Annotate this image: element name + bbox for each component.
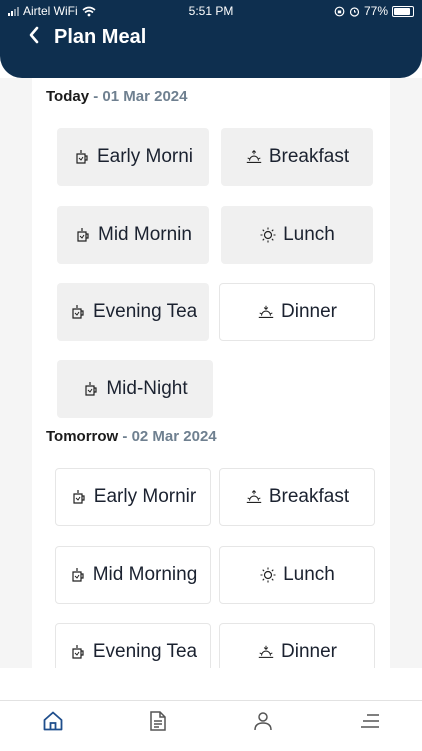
sun-icon [259,566,277,584]
meal-tile-tomorrow-early-morning[interactable]: Early Mornir [55,468,211,526]
day-name: Today [46,88,90,105]
day-date: 01 Mar 2024 [102,88,188,105]
back-button[interactable] [28,24,40,50]
meal-tile-tomorrow-breakfast[interactable]: Breakfast [219,468,375,526]
mug-icon [73,148,91,166]
profile-icon [254,712,272,731]
background-gutter-right [390,78,422,668]
meal-tile-tomorrow-mid-morning[interactable]: Mid Morning [55,546,211,604]
alarm-icon [349,6,360,17]
nav-menu[interactable] [358,709,382,733]
mug-icon [70,488,88,506]
menu-icon [361,714,379,728]
bottom-navigation [0,700,422,751]
meal-tile-today-mid-morning[interactable]: Mid Mornin [57,206,209,264]
day-heading-today: Today - 01 Mar 2024 [46,88,188,105]
meal-tile-today-dinner[interactable]: Dinner [219,283,375,341]
sunrise-icon [245,148,263,166]
mug-icon [82,380,100,398]
mug-icon [69,303,87,321]
mug-icon [69,643,87,661]
day-name: Tomorrow [46,428,119,445]
battery-percent: 77% [363,4,388,18]
meal-tile-today-early-morning[interactable]: Early Morni [57,128,209,186]
screen-lock-icon [334,6,345,16]
meal-plan-list[interactable]: Today - 01 Mar 2024 Early Morni Breakfas… [32,78,390,668]
meal-tile-today-breakfast[interactable]: Breakfast [221,128,373,186]
document-icon [150,711,166,731]
mug-icon [69,566,87,584]
nav-profile[interactable] [251,709,275,733]
sunset-icon [257,643,275,661]
meal-tile-tomorrow-evening-tea[interactable]: Evening Tea [55,623,211,668]
nav-home[interactable] [41,709,65,733]
day-date: 02 Mar 2024 [131,428,217,445]
chevron-left-icon [29,26,39,44]
nav-documents[interactable] [146,709,170,733]
home-icon [43,711,63,731]
day-heading-tomorrow: Tomorrow - 02 Mar 2024 [46,428,217,445]
status-bar: Airtel WiFi 5:51 PM 77% [0,0,422,22]
sunrise-icon [245,488,263,506]
sunset-icon [257,303,275,321]
meal-tile-today-mid-night[interactable]: Mid-Night [57,360,213,418]
meal-tile-tomorrow-lunch[interactable]: Lunch [219,546,375,604]
sun-icon [259,226,277,244]
background-gutter-left [0,78,32,668]
battery-icon [392,5,414,17]
meal-tile-today-evening-tea[interactable]: Evening Tea [57,283,209,341]
meal-tile-tomorrow-dinner[interactable]: Dinner [219,623,375,668]
page-title: Plan Meal [54,25,147,48]
meal-tile-today-lunch[interactable]: Lunch [221,206,373,264]
mug-icon [74,226,92,244]
app-header: Airtel WiFi 5:51 PM 77% Plan Meal [0,0,422,78]
